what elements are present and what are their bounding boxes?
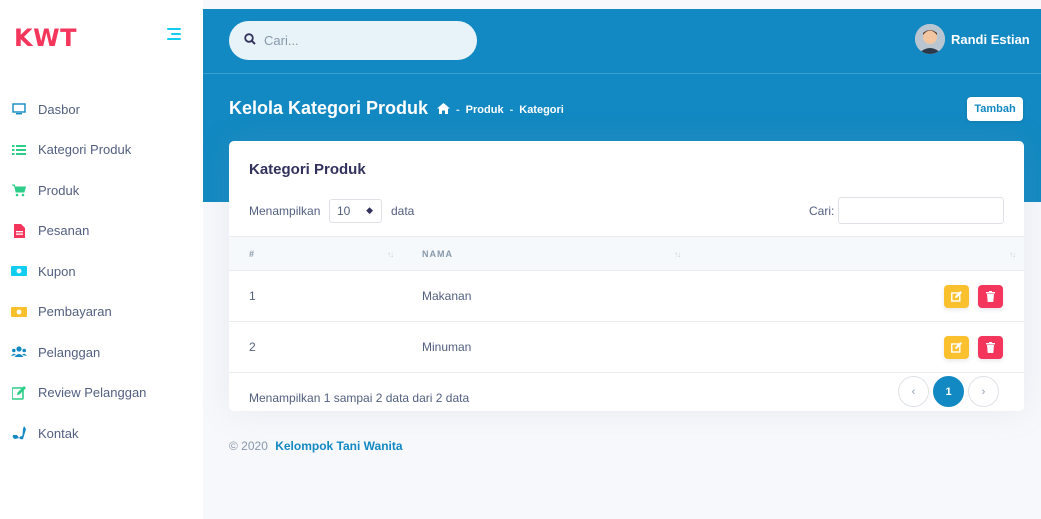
sidebar-item-label: Pesanan (38, 223, 90, 239)
sidebar-item-kontak[interactable]: Kontak (0, 413, 203, 454)
sidebar-item-label: Dasbor (38, 101, 80, 117)
page-length-value: 10 (337, 204, 351, 218)
sidebar-item-kategori-produk[interactable]: Kategori Produk (0, 130, 203, 171)
trash-icon (986, 342, 995, 353)
user-name: Randi Estian (951, 31, 1030, 47)
category-card: Kategori Produk Menampilkan 10 ◆ data Ca… (229, 141, 1024, 411)
breadcrumb-separator: - (456, 104, 460, 116)
users-icon (11, 345, 27, 359)
sidebar-item-label: Pembayaran (38, 304, 112, 320)
pagination-page-1[interactable]: 1 (933, 376, 964, 407)
search-input[interactable]: Cari... (229, 21, 477, 60)
sidebar-item-label: Kupon (38, 263, 76, 279)
edit-icon (950, 342, 962, 353)
breadcrumb: - Produk - Kategori (437, 103, 564, 117)
pagination: ‹ 1 › (898, 376, 1003, 407)
sidebar-item-produk[interactable]: Produk (0, 170, 203, 211)
phone-icon (11, 426, 27, 440)
row-number: 2 (249, 340, 256, 354)
user-menu[interactable]: Randi Estian (915, 24, 1030, 54)
avatar (915, 24, 945, 54)
select-arrows-icon: ◆ (366, 205, 373, 215)
sort-icon[interactable]: ↑↓ (1009, 250, 1016, 259)
edit-icon (11, 385, 27, 400)
page-length-select[interactable]: 10 ◆ (329, 199, 382, 223)
cart-icon (11, 183, 27, 197)
sidebar-item-dasbor[interactable]: Dasbor (0, 89, 203, 130)
delete-button[interactable] (978, 285, 1003, 308)
sidebar-item-pelanggan[interactable]: Pelanggan (0, 332, 203, 373)
sidebar-item-label: Kontak (38, 425, 79, 441)
column-header-nama[interactable]: NAMA (422, 249, 453, 259)
row-number: 1 (249, 289, 256, 303)
footer-brand-link[interactable]: Kelompok Tani Wanita (275, 439, 402, 453)
footer-copyright: © 2020 (229, 439, 268, 453)
footer: © 2020 Kelompok Tani Wanita (229, 439, 403, 453)
sidebar: KWT Dasbor Kategori Produk Produk Pesana… (0, 0, 203, 519)
brand-logo[interactable]: KWT (14, 24, 77, 52)
sidebar-item-review-pelanggan[interactable]: Review Pelanggan (0, 373, 203, 414)
sidebar-item-label: Review Pelanggan (38, 385, 147, 401)
sidebar-item-label: Produk (38, 182, 80, 198)
document-icon (11, 223, 27, 238)
table-info: Menampilkan 1 sampai 2 data dari 2 data (249, 391, 470, 405)
monitor-icon (11, 102, 27, 116)
table-header: # ↑↓ NAMA ↑↓ ↑↓ (229, 236, 1024, 271)
edit-icon (950, 291, 962, 302)
sidebar-item-label: Pelanggan (38, 344, 101, 360)
table-row: 1 Makanan (229, 271, 1024, 322)
list-icon (11, 143, 27, 157)
sidebar-item-pesanan[interactable]: Pesanan (0, 211, 203, 252)
sort-icon[interactable]: ↑↓ (674, 250, 681, 259)
table-search-input[interactable] (838, 197, 1004, 224)
home-icon[interactable] (437, 103, 450, 117)
row-name: Minuman (422, 340, 472, 354)
sort-icon[interactable]: ↑↓ (387, 250, 394, 259)
filter-label: Cari: (809, 204, 835, 218)
pagination-prev-button[interactable]: ‹ (898, 376, 929, 407)
length-label: Menampilkan (249, 204, 321, 218)
money-icon (11, 305, 27, 319)
header-divider (203, 73, 1041, 74)
row-name: Makanan (422, 289, 472, 303)
add-button[interactable]: Tambah (967, 97, 1023, 121)
breadcrumb-item-kategori[interactable]: Kategori (519, 104, 564, 116)
sidebar-toggle-icon[interactable] (167, 28, 181, 40)
table-row: 2 Minuman (229, 322, 1024, 373)
search-icon (244, 32, 256, 50)
page-title: Kelola Kategori Produk (229, 98, 429, 118)
length-suffix: data (391, 204, 415, 218)
pagination-next-button[interactable]: › (968, 376, 999, 407)
money-icon (11, 264, 27, 278)
edit-button[interactable] (944, 285, 969, 308)
breadcrumb-item-produk[interactable]: Produk (466, 104, 504, 116)
sidebar-item-kupon[interactable]: Kupon (0, 251, 203, 292)
column-header-number[interactable]: # (249, 249, 255, 259)
sidebar-item-label: Kategori Produk (38, 142, 132, 158)
card-title: Kategori Produk (249, 161, 366, 178)
sidebar-nav: Dasbor Kategori Produk Produk Pesanan Ku… (0, 89, 203, 454)
trash-icon (986, 291, 995, 302)
search-placeholder: Cari... (264, 33, 299, 48)
delete-button[interactable] (978, 336, 1003, 359)
edit-button[interactable] (944, 336, 969, 359)
sidebar-item-pembayaran[interactable]: Pembayaran (0, 292, 203, 333)
breadcrumb-separator: - (509, 104, 514, 116)
